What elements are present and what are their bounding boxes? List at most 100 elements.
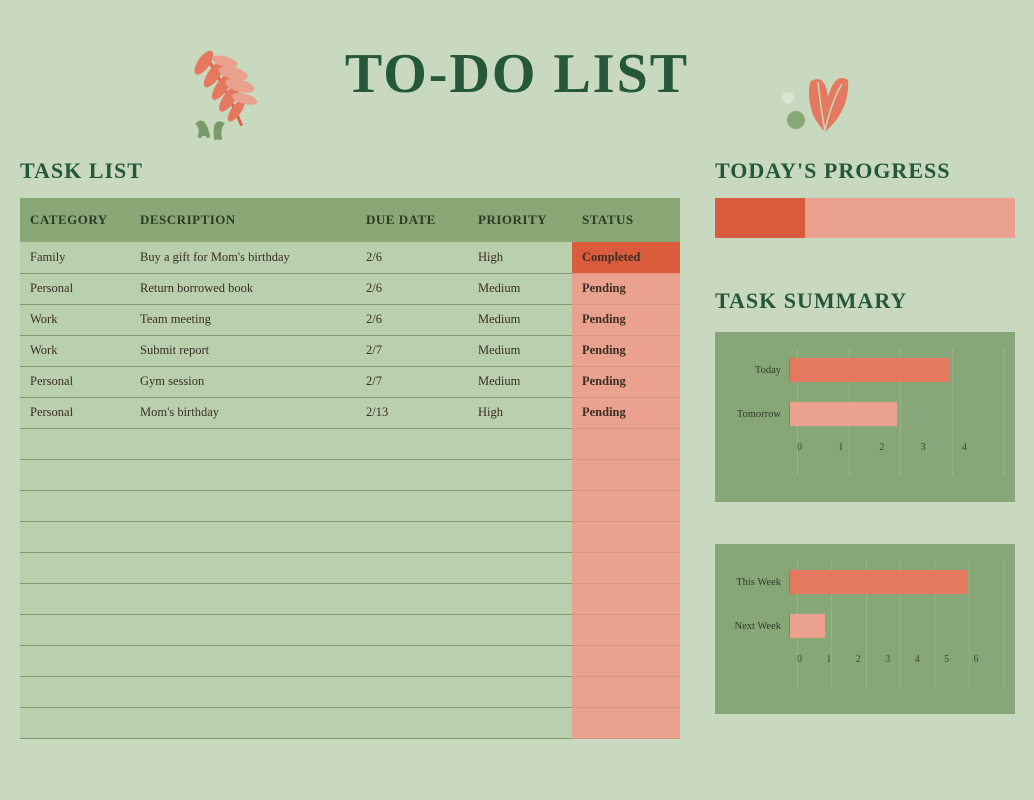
table-row-empty[interactable] — [20, 614, 680, 645]
cell-empty[interactable] — [20, 521, 130, 552]
cell-due_date[interactable]: 2/13 — [356, 397, 468, 428]
cell-empty[interactable] — [20, 707, 130, 738]
cell-empty[interactable] — [20, 614, 130, 645]
cell-status[interactable]: Pending — [572, 366, 680, 397]
table-row-empty[interactable] — [20, 583, 680, 614]
chart-tick: 3 — [885, 654, 914, 665]
cell-category[interactable]: Work — [20, 335, 130, 366]
cell-status[interactable]: Pending — [572, 335, 680, 366]
cell-description[interactable]: Team meeting — [130, 304, 356, 335]
chart-tick: 4 — [962, 442, 1003, 453]
cell-empty[interactable] — [572, 428, 680, 459]
cell-category[interactable]: Personal — [20, 397, 130, 428]
cell-empty[interactable] — [20, 428, 130, 459]
cell-empty[interactable] — [356, 676, 468, 707]
cell-empty[interactable] — [20, 676, 130, 707]
cell-empty[interactable] — [356, 583, 468, 614]
cell-description[interactable]: Return borrowed book — [130, 273, 356, 304]
cell-empty[interactable] — [468, 676, 572, 707]
cell-empty[interactable] — [130, 459, 356, 490]
cell-empty[interactable] — [572, 645, 680, 676]
cell-empty[interactable] — [572, 459, 680, 490]
cell-empty[interactable] — [130, 583, 356, 614]
cell-empty[interactable] — [572, 614, 680, 645]
cell-priority[interactable]: Medium — [468, 304, 572, 335]
cell-category[interactable]: Personal — [20, 366, 130, 397]
cell-empty[interactable] — [130, 521, 356, 552]
table-row[interactable]: PersonalReturn borrowed book2/6MediumPen… — [20, 273, 680, 304]
table-row-empty[interactable] — [20, 707, 680, 738]
cell-due_date[interactable]: 2/7 — [356, 366, 468, 397]
cell-priority[interactable]: Medium — [468, 366, 572, 397]
cell-empty[interactable] — [356, 459, 468, 490]
cell-empty[interactable] — [130, 552, 356, 583]
cell-empty[interactable] — [356, 645, 468, 676]
cell-empty[interactable] — [468, 552, 572, 583]
cell-empty[interactable] — [572, 676, 680, 707]
table-row-empty[interactable] — [20, 521, 680, 552]
table-row-empty[interactable] — [20, 490, 680, 521]
cell-empty[interactable] — [20, 459, 130, 490]
cell-category[interactable]: Family — [20, 242, 130, 273]
cell-empty[interactable] — [572, 521, 680, 552]
cell-empty[interactable] — [468, 645, 572, 676]
table-row[interactable]: WorkTeam meeting2/6MediumPending — [20, 304, 680, 335]
cell-due_date[interactable]: 2/6 — [356, 304, 468, 335]
cell-empty[interactable] — [20, 490, 130, 521]
cell-empty[interactable] — [20, 645, 130, 676]
cell-status[interactable]: Pending — [572, 397, 680, 428]
cell-description[interactable]: Buy a gift for Mom's birthday — [130, 242, 356, 273]
cell-empty[interactable] — [356, 707, 468, 738]
cell-priority[interactable]: High — [468, 242, 572, 273]
cell-priority[interactable]: High — [468, 397, 572, 428]
chart-tick: 6 — [974, 654, 1003, 665]
cell-priority[interactable]: Medium — [468, 335, 572, 366]
cell-empty[interactable] — [572, 552, 680, 583]
cell-due_date[interactable]: 2/6 — [356, 242, 468, 273]
table-row[interactable]: WorkSubmit report2/7MediumPending — [20, 335, 680, 366]
table-row-empty[interactable] — [20, 676, 680, 707]
cell-empty[interactable] — [130, 428, 356, 459]
cell-empty[interactable] — [468, 459, 572, 490]
cell-description[interactable]: Submit report — [130, 335, 356, 366]
cell-empty[interactable] — [356, 521, 468, 552]
cell-empty[interactable] — [468, 490, 572, 521]
cell-empty[interactable] — [130, 614, 356, 645]
cell-empty[interactable] — [468, 583, 572, 614]
table-row-empty[interactable] — [20, 645, 680, 676]
cell-empty[interactable] — [468, 521, 572, 552]
cell-status[interactable]: Completed — [572, 242, 680, 273]
cell-empty[interactable] — [20, 552, 130, 583]
table-row-empty[interactable] — [20, 428, 680, 459]
cell-empty[interactable] — [356, 490, 468, 521]
table-row[interactable]: PersonalMom's birthday2/13HighPending — [20, 397, 680, 428]
cell-priority[interactable]: Medium — [468, 273, 572, 304]
cell-empty[interactable] — [130, 707, 356, 738]
cell-empty[interactable] — [130, 645, 356, 676]
table-row-empty[interactable] — [20, 552, 680, 583]
cell-empty[interactable] — [356, 552, 468, 583]
cell-category[interactable]: Work — [20, 304, 130, 335]
cell-empty[interactable] — [468, 707, 572, 738]
cell-due_date[interactable]: 2/7 — [356, 335, 468, 366]
cell-empty[interactable] — [572, 707, 680, 738]
cell-empty[interactable] — [468, 614, 572, 645]
cell-empty[interactable] — [130, 490, 356, 521]
cell-empty[interactable] — [356, 428, 468, 459]
cell-empty[interactable] — [468, 428, 572, 459]
cell-due_date[interactable]: 2/6 — [356, 273, 468, 304]
cell-status[interactable]: Pending — [572, 304, 680, 335]
table-row-empty[interactable] — [20, 459, 680, 490]
cell-description[interactable]: Gym session — [130, 366, 356, 397]
cell-empty[interactable] — [572, 583, 680, 614]
cell-empty[interactable] — [356, 614, 468, 645]
table-row[interactable]: PersonalGym session2/7MediumPending — [20, 366, 680, 397]
cell-empty[interactable] — [20, 583, 130, 614]
cell-empty[interactable] — [130, 676, 356, 707]
cell-category[interactable]: Personal — [20, 273, 130, 304]
cell-status[interactable]: Pending — [572, 273, 680, 304]
table-row[interactable]: FamilyBuy a gift for Mom's birthday2/6Hi… — [20, 242, 680, 273]
table-header-row: CATEGORY DESCRIPTION DUE DATE PRIORITY S… — [20, 198, 680, 242]
cell-description[interactable]: Mom's birthday — [130, 397, 356, 428]
cell-empty[interactable] — [572, 490, 680, 521]
